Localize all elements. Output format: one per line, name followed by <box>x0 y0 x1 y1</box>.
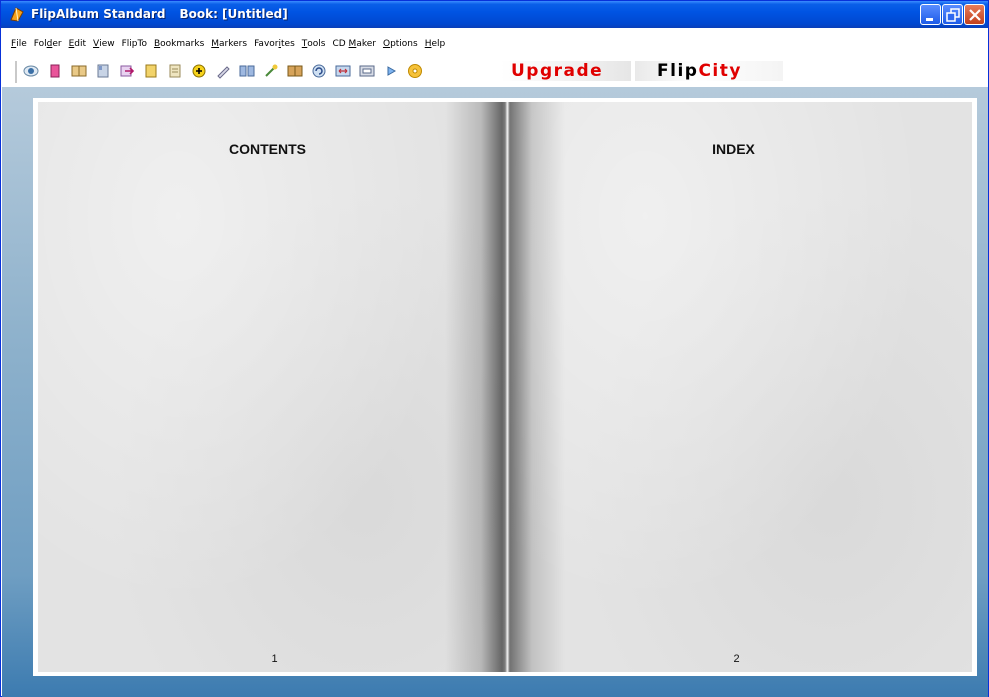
grid-book-icon[interactable] <box>287 63 303 79</box>
book-title: Book: [Untitled] <box>179 7 288 21</box>
menu-folder[interactable]: Folder <box>34 39 62 49</box>
album-book[interactable]: CONTENTS 1 INDEX 2 <box>33 98 977 676</box>
book-icon[interactable] <box>95 63 111 79</box>
right-page-number: 2 <box>733 653 740 665</box>
left-page-gutter <box>445 102 505 672</box>
flipcity-label-city: City <box>698 61 742 81</box>
close-icon <box>969 9 981 21</box>
minimize-button[interactable] <box>920 4 941 25</box>
menu-cd-maker[interactable]: CD Maker <box>332 39 376 49</box>
flipcity-label-flip: Flip <box>657 61 699 81</box>
play-icon[interactable] <box>383 63 399 79</box>
right-page[interactable]: INDEX 2 <box>505 102 972 672</box>
two-pages-icon[interactable] <box>239 63 255 79</box>
right-page-gutter <box>505 102 565 672</box>
fullscreen-icon[interactable] <box>359 63 375 79</box>
window-title: FlipAlbum Standard Book: [Untitled] <box>31 7 288 21</box>
menu-tools[interactable]: Tools <box>302 39 326 49</box>
document-icon[interactable] <box>167 63 183 79</box>
restore-button[interactable] <box>942 4 963 25</box>
book-pink-icon[interactable] <box>47 63 63 79</box>
eye-icon[interactable] <box>23 63 39 79</box>
menu-flipto[interactable]: FlipTo <box>122 39 147 49</box>
restore-icon <box>946 8 960 22</box>
app-window: FlipAlbum Standard Book: [Untitled] File F… <box>0 0 989 697</box>
minimize-icon <box>926 18 933 21</box>
toolbar: Upgrade FlipCity <box>15 61 783 83</box>
menu-bar: File Folder Edit View FlipTo Bookmarks Markers… <box>11 39 452 55</box>
menu-bookmarks[interactable]: Bookmarks <box>154 39 204 49</box>
import-arrow-icon[interactable] <box>119 63 135 79</box>
left-page-number: 1 <box>271 653 278 665</box>
left-page[interactable]: CONTENTS 1 <box>38 102 505 672</box>
upgrade-button[interactable]: Upgrade <box>501 61 631 81</box>
open-book-icon[interactable] <box>71 63 87 79</box>
fit-page-icon[interactable] <box>335 63 351 79</box>
flipcity-button[interactable]: FlipCity <box>635 61 783 81</box>
flipalbum-app-icon <box>10 7 24 22</box>
contents-title: CONTENTS <box>229 141 306 157</box>
rotate-icon[interactable] <box>311 63 327 79</box>
toolbar-separator <box>15 61 18 83</box>
cd-icon[interactable] <box>407 63 423 79</box>
menu-edit[interactable]: Edit <box>69 39 86 49</box>
upgrade-label: Upgrade <box>511 61 604 81</box>
app-name: FlipAlbum Standard <box>31 7 166 21</box>
close-button[interactable] <box>964 4 985 25</box>
menu-options[interactable]: Options <box>383 39 418 49</box>
window-controls <box>920 4 986 25</box>
page-icon[interactable] <box>143 63 159 79</box>
menu-markers[interactable]: Markers <box>211 39 247 49</box>
add-plus-icon[interactable] <box>191 63 207 79</box>
menu-help[interactable]: Help <box>425 39 446 49</box>
title-bar[interactable]: FlipAlbum Standard Book: [Untitled] <box>1 1 988 28</box>
menu-file[interactable]: File <box>11 39 27 49</box>
magic-wand-icon[interactable] <box>263 63 279 79</box>
pen-icon[interactable] <box>215 63 231 79</box>
menu-favorites[interactable]: Favorites <box>254 39 295 49</box>
index-title: INDEX <box>712 141 755 157</box>
menu-view[interactable]: View <box>93 39 115 49</box>
